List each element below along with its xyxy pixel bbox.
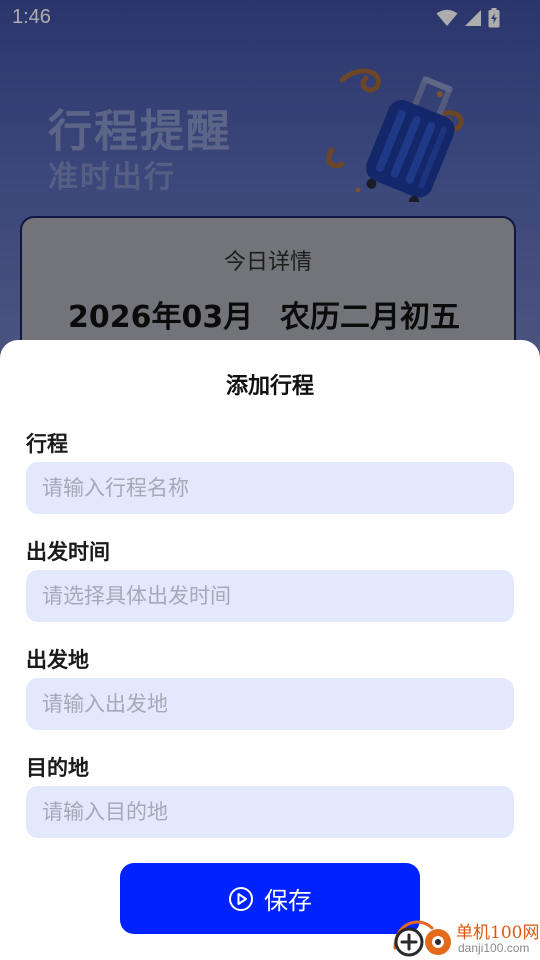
departure-time-label: 出发时间 xyxy=(26,540,110,564)
departure-time-input[interactable] xyxy=(26,570,514,622)
sheet-title: 添加行程 xyxy=(225,374,314,399)
destination-label: 目的地 xyxy=(26,756,89,780)
save-button-label: 保存 xyxy=(264,887,312,915)
trip-name-label: 行程 xyxy=(26,432,68,456)
departure-place-input[interactable] xyxy=(26,678,514,730)
trip-name-input[interactable] xyxy=(26,462,514,514)
add-trip-sheet: 添加行程 行程 出发时间 出发地 目的地 保存 xyxy=(0,340,540,960)
play-circle-icon xyxy=(228,886,254,912)
watermark-name: 单机100网 xyxy=(456,923,540,943)
site-watermark: 单机100网 danji100.com xyxy=(392,916,540,958)
destination-input[interactable] xyxy=(26,786,514,838)
watermark-url: danji100.com xyxy=(458,941,530,955)
save-button[interactable]: 保存 xyxy=(120,863,420,934)
watermark-logo-icon xyxy=(393,920,451,957)
departure-place-label: 出发地 xyxy=(26,648,89,672)
